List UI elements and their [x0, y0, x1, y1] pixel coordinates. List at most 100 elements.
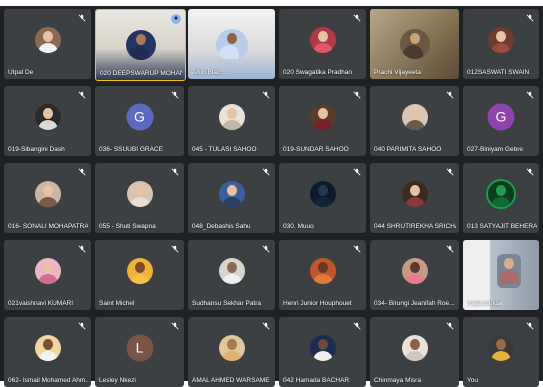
- participant-name: 034- Birungi Jeanifah Roe...: [374, 300, 455, 307]
- participant-avatar: [34, 180, 61, 207]
- participant-tile[interactable]: Sudhansu Sekhar Patra: [188, 240, 275, 310]
- participant-name: 019-SUNDAR SAHOO: [283, 146, 349, 153]
- participant-name: 013 SATYAJIT BEHERA: [467, 223, 537, 230]
- mic-off-icon: [262, 91, 270, 99]
- participant-tile[interactable]: 030. Muuo: [279, 163, 366, 233]
- participant-initial: L: [126, 334, 153, 362]
- participant-name: 020 DEEPSWARUP MOHANTY: [100, 70, 182, 77]
- participant-tile[interactable]: 020 Swagatika Pradhan: [279, 9, 366, 79]
- participant-tile[interactable]: You: [463, 317, 539, 387]
- participant-name: 055 - Shuti Swapna: [99, 223, 156, 230]
- participant-avatar: [309, 257, 336, 284]
- participant-tile[interactable]: Arun Blaz...: [188, 9, 275, 79]
- mic-off-icon: [446, 91, 454, 99]
- participant-name: Saint Michel: [99, 300, 135, 307]
- participant-name: 020 Swagatika Pradhan: [283, 69, 353, 76]
- participant-avatar: [126, 257, 153, 284]
- participant-avatar: [34, 334, 61, 361]
- participant-name: 027-Biniyam Gebre: [467, 146, 523, 153]
- participant-name: 012SASWATI SWAIN: [467, 69, 530, 76]
- participant-avatar: [401, 103, 428, 130]
- mic-off-icon: [171, 168, 179, 176]
- participant-tile[interactable]: 040 PARIMITA SAHOO: [370, 86, 459, 156]
- participant-tile[interactable]: Prachi Vijayeeta: [370, 9, 459, 79]
- participant-initial: G: [487, 103, 515, 131]
- participant-avatar: [486, 178, 516, 209]
- mic-off-icon: [262, 245, 270, 253]
- participant-avatar: [309, 103, 336, 130]
- mic-off-icon: [353, 245, 361, 253]
- mic-off-icon: [446, 322, 454, 330]
- participant-name: 019-Sibangini Dash: [8, 146, 65, 153]
- participant-avatar: [488, 334, 514, 361]
- mic-off-icon: [171, 322, 179, 330]
- participant-name: Kajal parida: [467, 300, 502, 307]
- participant-name: Sudhansu Sekhar Patra: [192, 300, 262, 307]
- participant-tile[interactable]: Utpal De: [4, 9, 91, 79]
- participant-avatar: [126, 180, 153, 207]
- participant-avatar: [309, 334, 336, 361]
- participant-avatar: [218, 334, 245, 361]
- participant-name: Henri Junior Houphouet: [283, 300, 352, 307]
- participant-name: Prachi Vijayeeta: [374, 69, 421, 76]
- participant-tile[interactable]: Saint Michel: [95, 240, 184, 310]
- participant-name: 036- SSUUBI GRACE: [99, 146, 163, 153]
- participant-tile[interactable]: 019-SUNDAR SAHOO: [279, 86, 366, 156]
- mic-off-icon: [353, 322, 361, 330]
- participant-tile[interactable]: Henri Junior Houphouet: [279, 240, 366, 310]
- participant-tile[interactable]: 044 SHRUTIREKHA SRICHA...: [370, 163, 459, 233]
- participant-tile[interactable]: G 027-Biniyam Gebre: [463, 86, 539, 156]
- participant-tile[interactable]: 019-Sibangini Dash: [4, 86, 91, 156]
- participant-initial: G: [126, 103, 153, 131]
- participant-name: Arun Blaz...: [192, 69, 226, 76]
- participant-name: Utpal De: [8, 69, 34, 76]
- participant-tile[interactable]: AMAL AHMED WARSAME: [188, 317, 275, 387]
- participant-tile[interactable]: Chinmaya Misra: [370, 317, 459, 387]
- mic-off-icon: [171, 245, 179, 253]
- participant-tile[interactable]: 062- Ismail Mohamed Ahm...: [4, 317, 91, 387]
- mic-off-icon: [78, 245, 86, 253]
- participant-tile[interactable]: 042 Hamada BACHAR: [279, 317, 366, 387]
- participant-tile[interactable]: 034- Birungi Jeanifah Roe...: [370, 240, 459, 310]
- participant-avatar: [309, 180, 336, 207]
- participant-tile[interactable]: 048_Debashis Sahu: [188, 163, 275, 233]
- participant-grid: Utpal De ● 020 DEEPSWARUP MOHANTY Arun B…: [0, 6, 543, 387]
- mic-off-icon: [446, 168, 454, 176]
- participant-avatar: [34, 103, 61, 130]
- mic-off-icon: [353, 168, 361, 176]
- participant-tile[interactable]: 021vaishnavi KUMARI: [4, 240, 91, 310]
- participant-tile[interactable]: ● 020 DEEPSWARUP MOHANTY: [95, 9, 186, 81]
- participant-tile[interactable]: 013 SATYAJIT BEHERA: [463, 163, 539, 233]
- mic-off-icon: [526, 91, 534, 99]
- participant-name: 030. Muuo: [283, 223, 314, 230]
- mic-off-icon: [78, 91, 86, 99]
- mic-off-icon: [526, 168, 534, 176]
- participant-avatar: [218, 180, 245, 207]
- participant-tile[interactable]: 012SASWATI SWAIN: [463, 9, 539, 79]
- participant-avatar: [401, 180, 428, 207]
- participant-name: 021vaishnavi KUMARI: [8, 300, 74, 307]
- mic-off-icon: [78, 168, 86, 176]
- mic-off-icon: [262, 322, 270, 330]
- participant-video: [496, 253, 521, 288]
- participant-name: 044 SHRUTIREKHA SRICHA...: [374, 223, 456, 230]
- participant-tile[interactable]: Kajal parida: [463, 240, 539, 310]
- participant-tile[interactable]: 055 - Shuti Swapna: [95, 163, 184, 233]
- participant-tile[interactable]: L Lesley Nkezi: [95, 317, 184, 387]
- participant-avatar: [488, 26, 514, 53]
- participant-tile[interactable]: G 036- SSUUBI GRACE: [95, 86, 184, 156]
- participant-name: 045 - TULASI SAHOO: [192, 146, 257, 153]
- participant-video: [125, 30, 156, 60]
- mic-off-icon: [446, 245, 454, 253]
- participant-tile[interactable]: 016- SONALI MOHAPATRA: [4, 163, 91, 233]
- participant-avatar: [34, 257, 61, 284]
- mic-off-icon: [78, 322, 86, 330]
- mic-off-icon: [526, 322, 534, 330]
- participant-avatar: [218, 257, 245, 284]
- participant-name: 040 PARIMITA SAHOO: [374, 146, 442, 153]
- participant-tile[interactable]: 045 - TULASI SAHOO: [188, 86, 275, 156]
- mic-off-icon: [353, 14, 361, 22]
- pin-icon[interactable]: ●: [171, 14, 181, 24]
- participant-name: 016- SONALI MOHAPATRA: [8, 223, 89, 230]
- mic-off-icon: [78, 14, 86, 22]
